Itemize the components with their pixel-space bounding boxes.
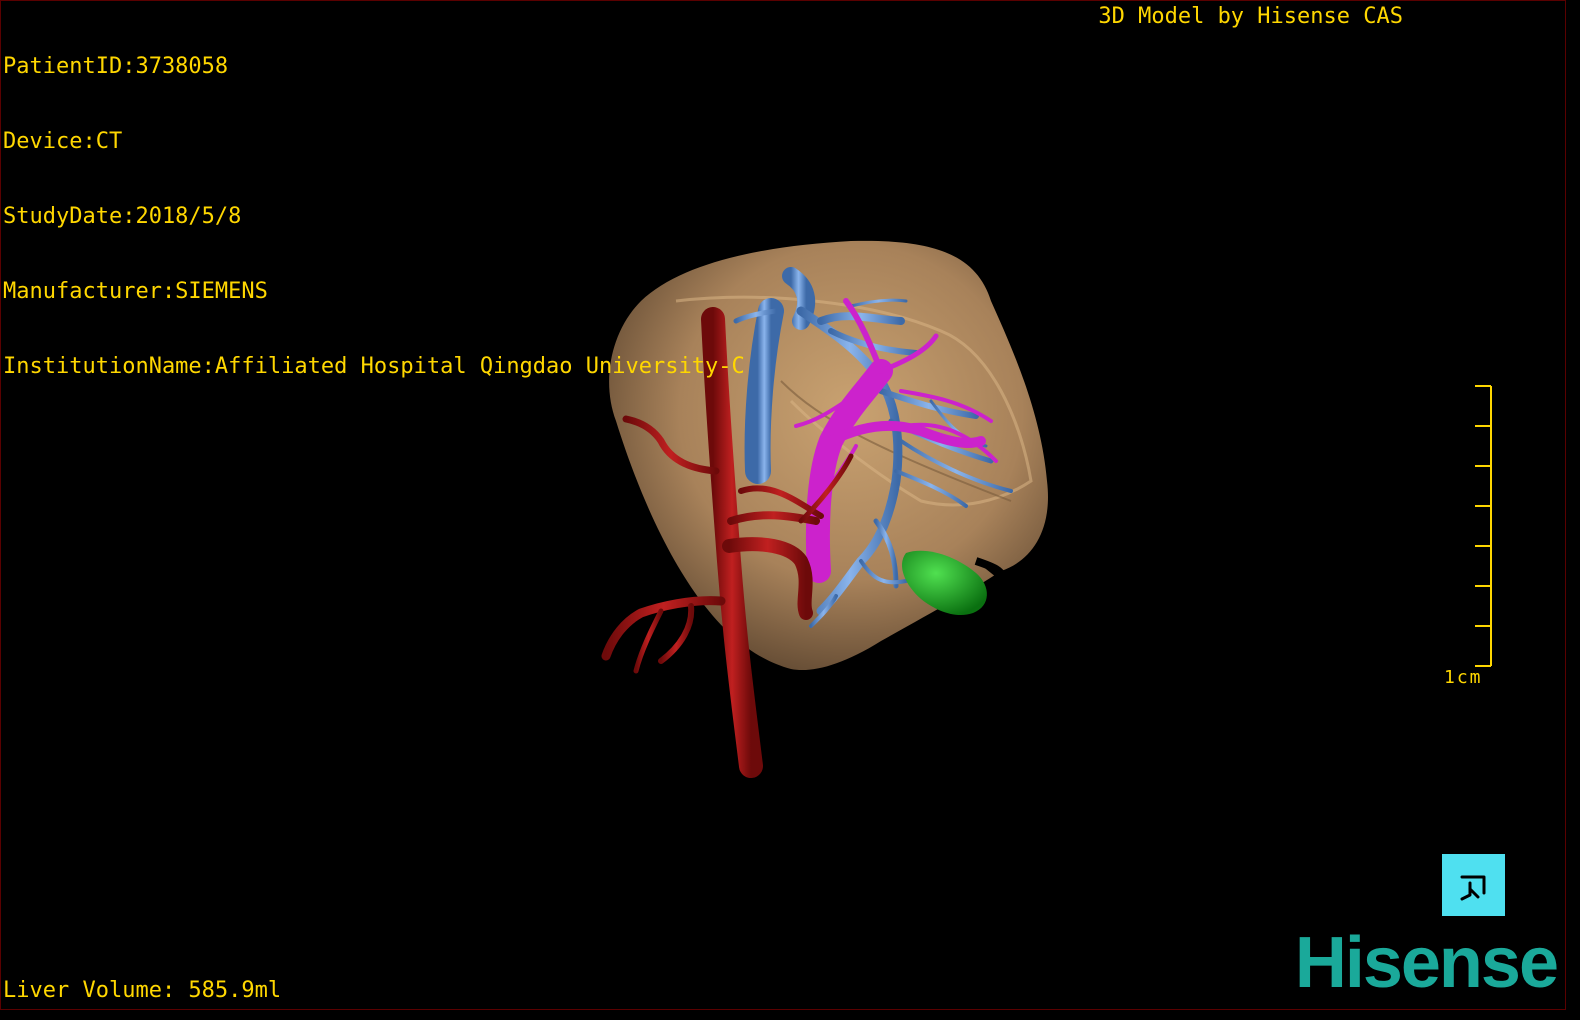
device-text: Device:CT	[3, 129, 123, 154]
liver-volume-text: Liver Volume: 585.9ml	[3, 978, 282, 1003]
render-viewport[interactable]: PatientID:3738058 Device:CT StudyDate:20…	[0, 0, 1566, 1010]
manufacturer-text: Manufacturer:SIEMENS	[3, 279, 268, 304]
orientation-cube-icon	[1460, 875, 1485, 901]
hisense-logo: Hisense	[1294, 923, 1559, 1003]
model-credit-text: 3D Model by Hisense CAS	[1098, 4, 1403, 29]
scale-bar	[1475, 385, 1492, 667]
institution-text: InstitutionName:Affiliated Hospital Qing…	[3, 354, 745, 379]
patient-id-text: PatientID:3738058	[3, 54, 229, 79]
study-date-text: StudyDate:2018/5/8	[3, 204, 242, 229]
scale-label: 1cm	[1444, 667, 1483, 688]
orientation-cube-button[interactable]	[1442, 854, 1505, 916]
patient-info-overlay: PatientID:3738058 Device:CT StudyDate:20…	[3, 4, 745, 429]
